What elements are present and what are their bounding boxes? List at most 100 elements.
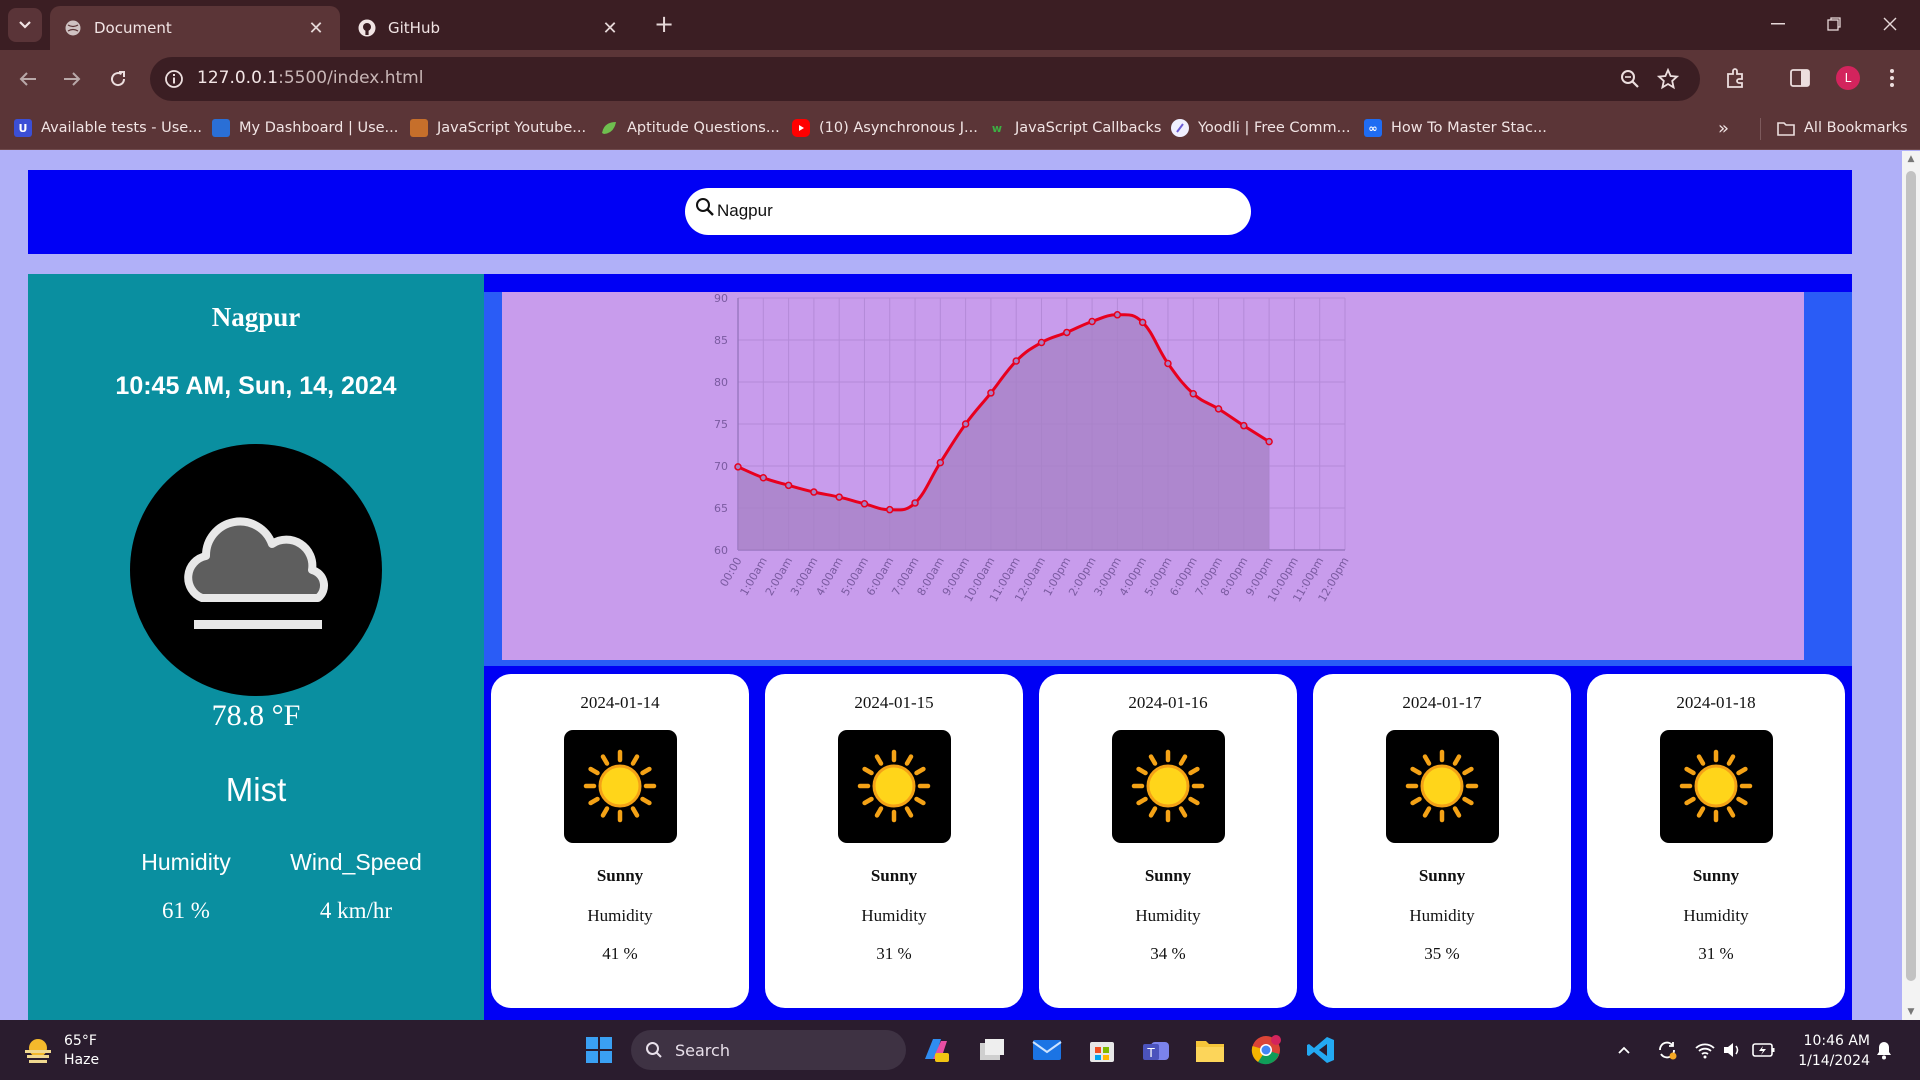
windows-start-icon[interactable] [581,1032,617,1068]
task-view-icon[interactable] [974,1032,1010,1068]
profile-avatar[interactable]: L [1836,66,1860,90]
chart-band: 60 65 70 75 80 85 90 00:00 1:00am 2:00am 3:00am 4:0… [484,292,1852,666]
new-tab-button[interactable]: + [650,11,678,39]
chrome-icon[interactable] [1248,1032,1284,1068]
data-point [987,389,995,397]
forecast-panel: 60 65 70 75 80 85 90 00:00 1:00am 2:00am 3:00am 4:0… [484,274,1852,1020]
restore-button[interactable] [1814,8,1854,40]
city-name: Nagpur [211,302,301,332]
forecast-humidity-value: 35 % [1424,944,1460,963]
search-box[interactable] [685,188,1251,235]
notification-bell-icon[interactable] [1872,1038,1896,1062]
taskbar-clock[interactable]: 10:46 AM 1/14/2024 [1790,1031,1870,1071]
battery-icon[interactable] [1752,1038,1776,1062]
url-path: :5500/index.html [278,68,424,88]
page-scrollbar[interactable]: ▲ ▼ [1902,151,1920,1020]
data-point [1063,328,1071,337]
data-point [860,500,869,508]
tab-document[interactable]: Document ✕ [50,6,340,50]
more-bookmarks-button[interactable]: » [1718,116,1729,140]
taskbar-search-label: Search [675,1040,730,1060]
forecast-condition: Sunny [1692,866,1740,885]
data-point [734,463,742,471]
forecast-card: 2024-01-15 Sunny Humidity 31 % [765,674,1023,1008]
tab-title: Document [94,19,172,37]
globe-icon [64,19,82,37]
bookmark-label: My Dashboard | Use... [239,120,399,136]
volume-icon[interactable] [1720,1038,1744,1062]
info-icon[interactable] [164,69,184,89]
forecast-condition: Sunny [1418,866,1466,885]
scrollbar-thumb[interactable] [1906,171,1916,981]
chart-svg: 6065707580859000:001:00am2:00am3:00am4:0… [714,292,1352,604]
thumbnail-icon [410,119,428,137]
reload-button[interactable] [102,63,134,95]
all-bookmarks-label: All Bookmarks [1804,120,1908,136]
bookmark-item[interactable]: My Dashboard | Use... [212,116,398,140]
back-button[interactable] [12,63,44,95]
bookmark-item[interactable]: Yoodli | Free Comm... [1171,116,1351,140]
bookmark-label: Available tests - Use... [41,120,203,136]
forecast-condition: Sunny [870,866,918,885]
mail-icon[interactable] [1029,1032,1065,1068]
taskbar-search[interactable]: Search [631,1030,906,1070]
file-explorer-icon[interactable] [1192,1032,1228,1068]
scroll-down-arrow[interactable]: ▼ [1906,1007,1916,1017]
zoom-icon[interactable] [1619,68,1643,92]
show-hidden-icons-icon[interactable] [1612,1038,1636,1062]
close-icon[interactable]: ✕ [600,18,620,39]
search-input[interactable] [717,196,1227,226]
y-tick-label: 70 [714,460,728,473]
close-icon[interactable]: ✕ [306,18,326,39]
url-text: 127.0.0.1:5500/index.html [197,68,423,88]
hourly-temperature-chart: 60 65 70 75 80 85 90 00:00 1:00am 2:00am 3:00am 4:0… [502,292,1804,660]
svg-text:T: T [1146,1046,1155,1060]
search-header [28,170,1852,254]
data-point [911,499,919,507]
data-point [810,488,818,496]
data-point [835,493,843,501]
bookmark-item[interactable]: w JavaScript Callbacks [988,116,1161,140]
current-condition: Mist [225,771,287,808]
microsoft-store-icon[interactable] [1084,1032,1120,1068]
close-window-button[interactable] [1870,8,1910,40]
bookmark-star-icon[interactable] [1656,67,1681,92]
bookmark-item[interactable]: Aptitude Questions... [600,116,780,140]
teams-icon[interactable]: T [1138,1032,1174,1068]
all-bookmarks-button[interactable]: All Bookmarks [1777,116,1908,140]
forecast-date: 2024-01-14 [580,693,660,712]
menu-icon[interactable] [1878,64,1906,92]
data-point [1214,405,1223,413]
weather-icon-circle [130,444,382,696]
side-panel-icon[interactable] [1786,64,1814,92]
copilot-icon[interactable] [918,1032,954,1068]
bookmark-label: JavaScript Youtube... [437,120,587,136]
taskbar-weather-widget[interactable]: 65°F Haze [22,1032,99,1070]
vscode-icon[interactable] [1303,1032,1339,1068]
search-icon [645,1041,663,1059]
bookmark-item[interactable]: ∞ How To Master Stac... [1364,116,1547,140]
sun-icon [564,730,677,843]
bookmark-item[interactable]: U Available tests - Use... [14,116,202,140]
forecast-date: 2024-01-17 [1402,693,1482,712]
minimize-button[interactable] [1758,8,1798,40]
y-tick-label: 90 [714,292,728,305]
forecast-card: 2024-01-16 Sunny Humidity 34 % [1039,674,1297,1008]
wifi-icon[interactable] [1693,1038,1717,1062]
tab-github[interactable]: GitHub ✕ [344,6,634,50]
address-bar[interactable]: 127.0.0.1:5500/index.html [150,57,1700,101]
sync-icon[interactable] [1655,1038,1679,1062]
bookmark-item[interactable]: (10) Asynchronous J... [792,116,978,140]
fog-cloud-icon [172,510,342,640]
web-page: Nagpur 10:45 AM, Sun, 14, 2024 78.8 °F M… [0,151,1920,1020]
tab-search-button[interactable] [8,8,42,42]
forecast-humidity-value: 34 % [1150,944,1186,963]
tab-title: GitHub [388,19,440,37]
extensions-icon[interactable] [1722,64,1750,92]
scroll-up-arrow[interactable]: ▲ [1906,154,1916,164]
data-point [1189,390,1197,398]
forecast-date: 2024-01-16 [1128,693,1208,712]
forward-button[interactable] [56,63,88,95]
bookmark-item[interactable]: JavaScript Youtube... [410,116,586,140]
data-point [961,420,970,428]
